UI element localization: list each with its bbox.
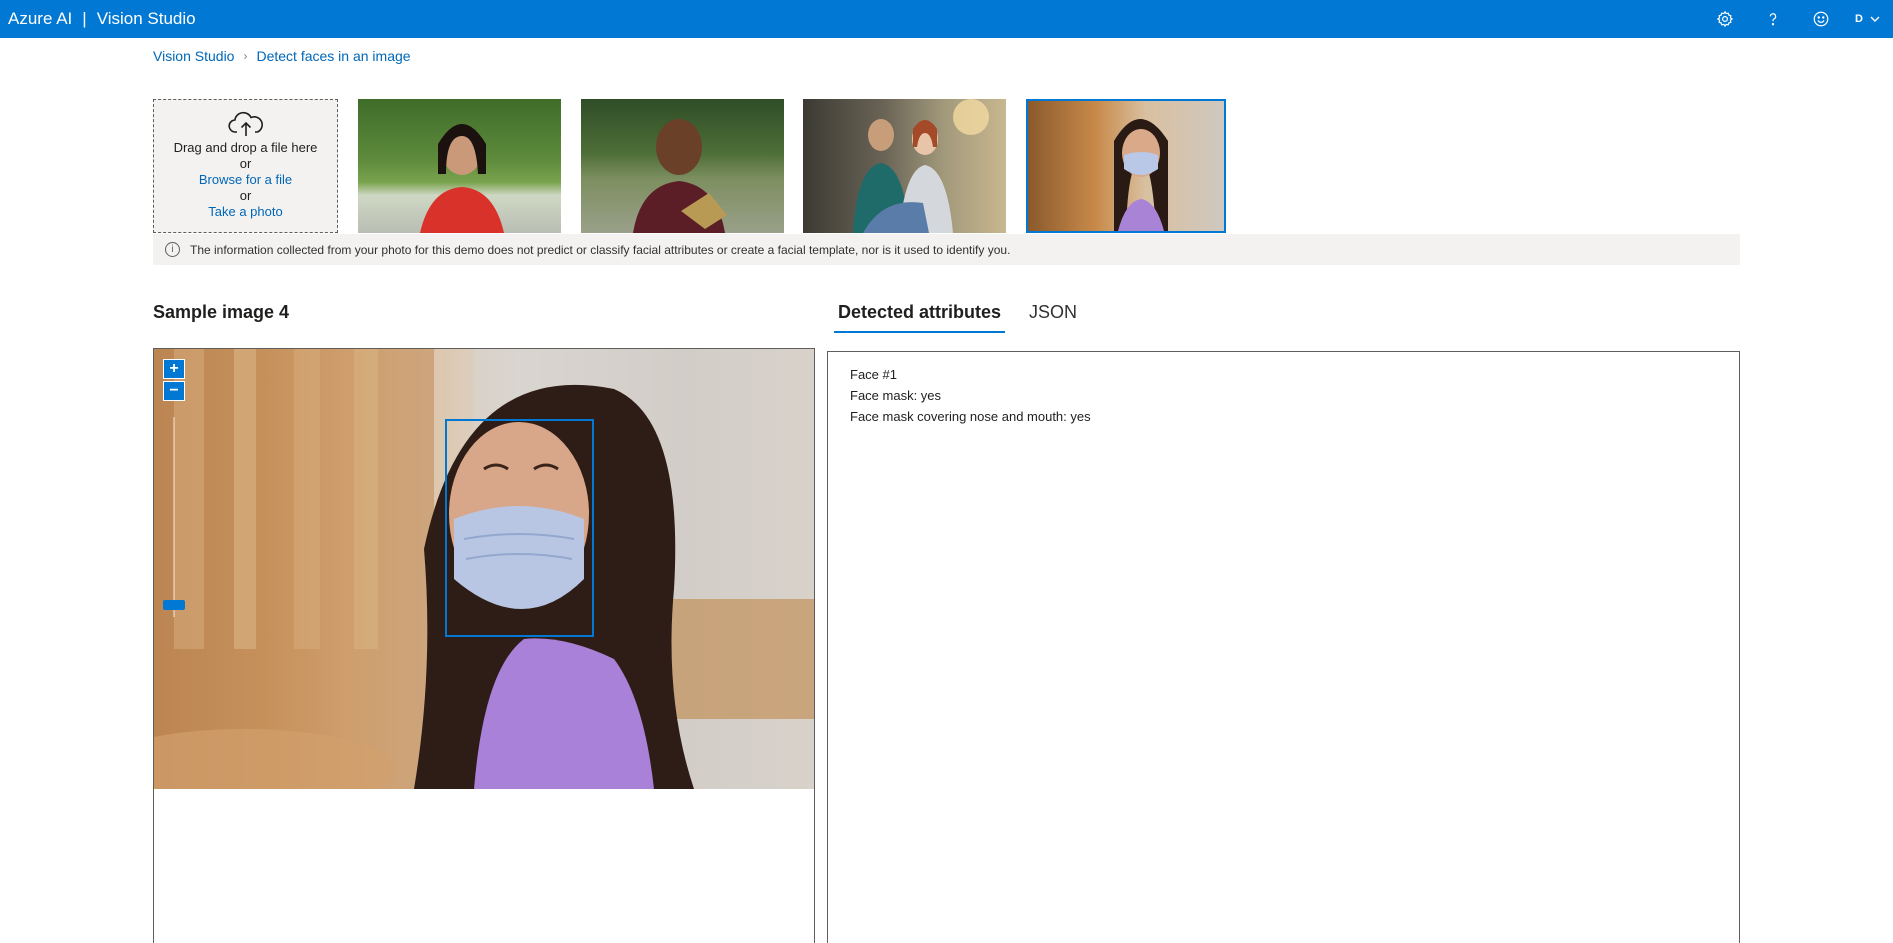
- tab-detected-attributes[interactable]: Detected attributes: [834, 296, 1006, 333]
- brand-name: Azure AI: [8, 9, 73, 28]
- sample-photo-4: [1114, 119, 1168, 231]
- privacy-info-text: The information collected from your phot…: [190, 242, 1011, 257]
- breadcrumb-root[interactable]: Vision Studio: [153, 48, 234, 64]
- gear-icon: [1716, 10, 1734, 28]
- face-bounding-box[interactable]: [445, 419, 594, 637]
- upload-or-text: or: [239, 156, 252, 171]
- detected-attributes-panel: Face #1 Face mask: yes Face mask coverin…: [827, 351, 1740, 943]
- top-icons: D: [1701, 0, 1893, 38]
- product-name: Vision Studio: [96, 9, 196, 28]
- breadcrumb-current[interactable]: Detect faces in an image: [256, 48, 410, 64]
- sample-thumbnail-1[interactable]: [358, 99, 561, 233]
- privacy-info-bar: i The information collected from your ph…: [153, 234, 1740, 265]
- zoom-slider-handle[interactable]: [163, 600, 185, 610]
- take-photo-link[interactable]: Take a photo: [154, 204, 337, 220]
- sample-image-title: Sample image 4: [153, 302, 290, 322]
- sample-thumbnail-2[interactable]: [581, 99, 784, 233]
- face-label: Face #1: [850, 367, 897, 382]
- upload-or-text: or: [239, 188, 252, 203]
- sample-thumbnail-4[interactable]: [1026, 99, 1226, 233]
- account-menu[interactable]: D: [1845, 0, 1893, 38]
- browse-file-link[interactable]: Browse for a file: [154, 172, 337, 188]
- feedback-button[interactable]: [1797, 0, 1845, 38]
- top-bar: Azure AI | Vision Studio D: [0, 0, 1893, 38]
- analyzed-photo: + −: [154, 349, 814, 789]
- face-mask-coverage-attribute: Face mask covering nose and mouth: yes: [850, 409, 1091, 424]
- tab-json[interactable]: JSON: [1025, 296, 1081, 333]
- face-mask-attribute: Face mask: yes: [850, 388, 942, 403]
- help-icon: [1769, 13, 1777, 26]
- sample-photo-3: [853, 99, 989, 233]
- settings-button[interactable]: [1701, 0, 1749, 38]
- sample-photo-2: [633, 119, 727, 233]
- sample-photo-1: [420, 124, 504, 233]
- brand-separator: |: [82, 9, 87, 28]
- feedback-smiley-icon: [1813, 11, 1829, 27]
- sample-thumbnail-3[interactable]: [803, 99, 1006, 233]
- chevron-down-icon: [1870, 16, 1880, 22]
- image-viewer: + −: [153, 348, 815, 943]
- cloud-upload-icon: [227, 111, 263, 136]
- info-icon: i: [165, 242, 180, 257]
- breadcrumb: Vision Studio › Detect faces in an image: [153, 48, 411, 64]
- breadcrumb-chevron-icon: ›: [243, 49, 248, 63]
- result-tabs: Detected attributes JSON: [834, 296, 1101, 333]
- avatar: D: [1855, 13, 1863, 25]
- upload-drag-text: Drag and drop a file here: [173, 140, 318, 155]
- zoom-out-button[interactable]: −: [163, 381, 185, 401]
- zoom-slider-track[interactable]: [173, 417, 175, 617]
- upload-dropzone[interactable]: Drag and drop a file here or Browse for …: [153, 99, 338, 233]
- brand[interactable]: Azure AI | Vision Studio: [8, 0, 196, 38]
- zoom-in-button[interactable]: +: [163, 359, 185, 379]
- help-button[interactable]: [1749, 0, 1797, 38]
